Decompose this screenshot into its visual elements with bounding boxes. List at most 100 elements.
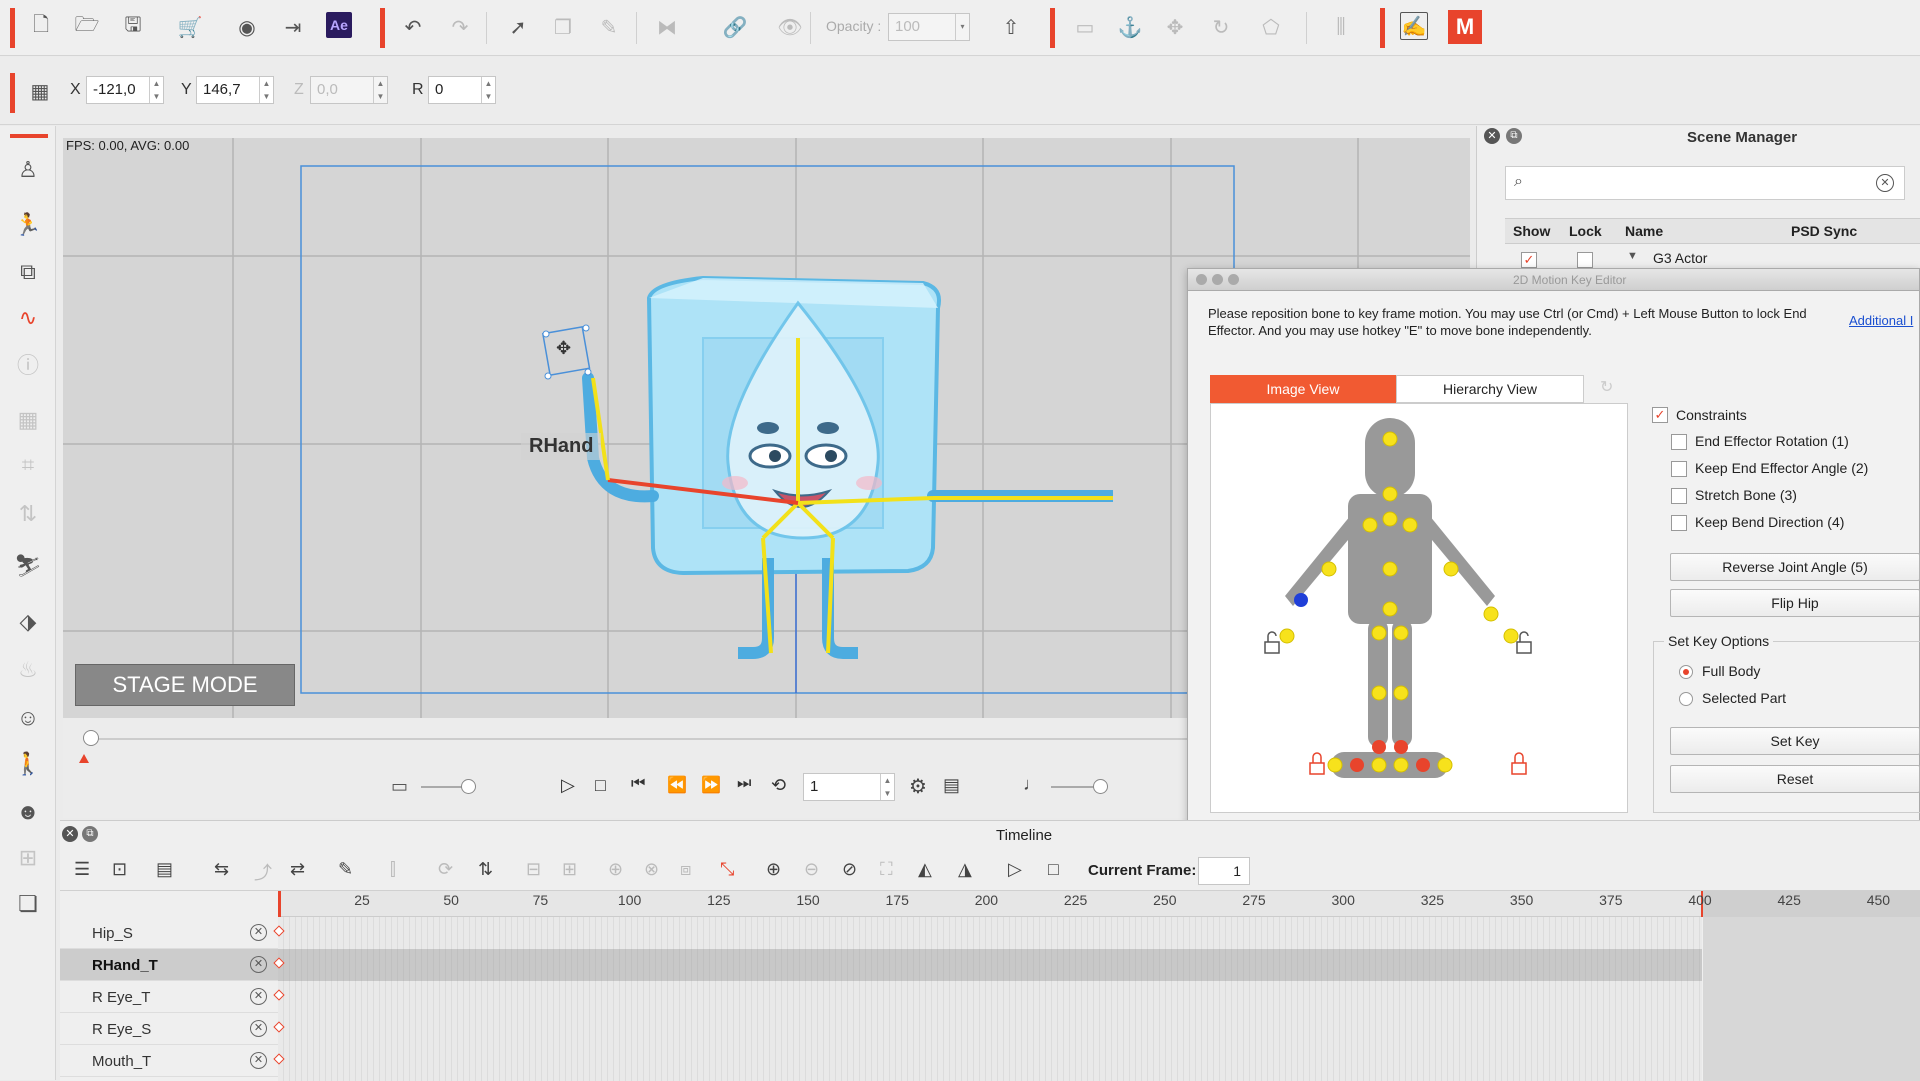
set-key-button[interactable]: Set Key (1670, 727, 1920, 755)
timeline-stop-icon[interactable]: □ (1048, 859, 1059, 880)
col-show[interactable]: Show (1513, 223, 1550, 239)
stage-mode-button[interactable]: STAGE MODE (75, 664, 295, 706)
r-input[interactable]: 0 ▲ ▼ (428, 76, 496, 104)
tab-hierarchy-view[interactable]: Hierarchy View (1396, 375, 1584, 403)
sort-icon[interactable]: ⇅ (478, 859, 493, 880)
window-close-icon[interactable] (1196, 274, 1207, 285)
select-arrow-icon[interactable]: ➚ (503, 12, 533, 42)
dialog-titlebar[interactable]: 2D Motion Key Editor (1188, 269, 1919, 291)
visibility-icon[interactable]: 👁 (775, 12, 805, 42)
motion-logo-icon[interactable]: M (1448, 10, 1482, 44)
col-lock[interactable]: Lock (1569, 223, 1602, 239)
export-icon[interactable]: ⇥ (278, 12, 308, 42)
table-row[interactable]: Hip_S ✕ (60, 917, 278, 949)
frame-stepper-icon[interactable]: ▲ ▼ (880, 774, 894, 800)
scene-search-input[interactable]: ⌕ ✕ (1505, 166, 1905, 200)
next-key-icon[interactable]: ◮ (958, 859, 972, 880)
undo-icon[interactable]: ↶ (398, 12, 428, 42)
body-diagram[interactable] (1211, 404, 1629, 814)
split-icon[interactable]: ⊞ (562, 859, 577, 880)
additional-info-link[interactable]: Additional I (1849, 313, 1913, 328)
scene-row-name[interactable]: G3 Actor (1653, 250, 1707, 266)
layout-icon[interactable]: ▤ (156, 859, 173, 880)
image-icon[interactable]: ▭ (1070, 12, 1100, 42)
remove-track-icon[interactable]: ✕ (250, 1020, 267, 1037)
x-stepper-icon[interactable]: ▲ ▼ (149, 77, 163, 103)
last-frame-icon[interactable]: ⏭ (737, 775, 751, 793)
open-folder-icon[interactable]: 🗁 (72, 12, 102, 42)
loop-icon[interactable]: ⟲ (771, 775, 786, 796)
sort-3d-icon[interactable]: ⇅ (12, 498, 44, 530)
table-row[interactable]: Mouth_T ✕ (60, 1045, 278, 1077)
scrub-track[interactable] (91, 738, 1191, 740)
timeline-undock-icon[interactable]: ⧉ (82, 826, 98, 842)
timeline-play-icon[interactable]: ▷ (1008, 859, 1022, 880)
stretch-bone-checkbox[interactable] (1671, 488, 1687, 504)
loop-track-icon[interactable]: ⟳ (438, 859, 453, 880)
script-editor-icon[interactable]: ✍ (1400, 12, 1428, 40)
close-icon[interactable]: ✕ (1484, 128, 1500, 144)
volume-slider-handle[interactable] (1093, 779, 1108, 794)
r-stepper-icon[interactable]: ▲ ▼ (481, 77, 495, 103)
remove-key-icon[interactable]: ⊗ (644, 859, 659, 880)
x-input[interactable]: -121,0 ▲ ▼ (86, 76, 164, 104)
frame-range-icon[interactable]: ⧈ (680, 859, 691, 880)
sprite-editor-icon[interactable]: ⧉ (12, 256, 44, 288)
audio-wave-icon[interactable]: ∿ (12, 302, 44, 334)
first-frame-icon[interactable]: ⏮ (631, 775, 645, 793)
face-icon[interactable]: ☺ (12, 702, 44, 734)
lock-checkbox[interactable] (1577, 252, 1593, 268)
cart-icon[interactable]: 🛒 (175, 12, 205, 42)
window-minimize-icon[interactable] (1212, 274, 1223, 285)
remove-track-icon[interactable]: ✕ (250, 924, 267, 941)
table-row[interactable]: R Eye_S ✕ (60, 1013, 278, 1045)
merge-icon[interactable]: ⊟ (526, 859, 541, 880)
save-icon[interactable]: 🖫 (118, 12, 148, 42)
add-key-icon[interactable]: ⊕ (608, 859, 623, 880)
grid-icon[interactable]: ▦ (24, 75, 56, 107)
info-icon[interactable]: ⓘ (12, 348, 44, 380)
scale-icon[interactable]: ⬠ (1256, 12, 1286, 42)
grid-layout-icon[interactable]: ▦ (12, 404, 44, 436)
col-psd-sync[interactable]: PSD Sync (1791, 223, 1857, 239)
flip-hip-button[interactable]: Flip Hip (1670, 589, 1920, 617)
anchor-icon[interactable]: ⚓ (1115, 12, 1145, 42)
zoom-in-icon[interactable]: ⊕ (766, 859, 781, 880)
new-file-icon[interactable]: 🗋 (26, 12, 56, 42)
mirror-icon[interactable]: ⫼ (1326, 12, 1356, 42)
ice-cube-character[interactable] (513, 228, 1113, 688)
scrub-handle[interactable] (83, 730, 99, 746)
y-input[interactable]: 146,7 ▲ ▼ (196, 76, 274, 104)
align-icon[interactable]: ⫿ (390, 859, 396, 880)
expand-icon[interactable]: ▼ (1627, 250, 1638, 262)
next-frame-icon[interactable]: ⏩ (701, 775, 721, 795)
opacity-input[interactable]: 100 ▾ (888, 13, 970, 41)
zoom-out-icon[interactable]: ⊖ (804, 859, 819, 880)
curve-icon[interactable]: ⤡ (720, 859, 734, 880)
settings-icon[interactable]: ⚙ (909, 774, 927, 799)
bone-actor-icon[interactable]: ♙ (12, 154, 44, 186)
expand-range-icon[interactable]: ⛶ (880, 859, 893, 880)
keep-end-effector-angle-checkbox[interactable] (1671, 461, 1687, 477)
face-puppet-icon[interactable]: ☻ (12, 796, 44, 828)
walk-icon[interactable]: 🚶 (12, 748, 44, 780)
table-row[interactable]: R Eye_T ✕ (60, 981, 278, 1013)
speed-slider-handle[interactable] (461, 779, 476, 794)
window-maximize-icon[interactable] (1228, 274, 1239, 285)
rotate-icon[interactable]: ↻ (1206, 12, 1236, 42)
refresh-icon[interactable]: ↻ (1600, 377, 1613, 397)
show-checkbox[interactable]: ✓ (1521, 252, 1537, 268)
z-input[interactable]: 0,0 ▲ ▼ (310, 76, 388, 104)
preview-icon[interactable]: ◉ (232, 12, 262, 42)
motion-pose-icon[interactable]: 🏃 (12, 209, 44, 241)
transition-icon[interactable]: ⇄ (290, 859, 305, 880)
music-note-icon[interactable]: ♩ (1023, 774, 1041, 795)
chevron-down-icon[interactable]: ▾ (955, 14, 969, 40)
reverse-joint-angle-button[interactable]: Reverse Joint Angle (5) (1670, 553, 1920, 581)
track-list-icon[interactable]: ☰ (74, 859, 90, 880)
timeline-ruler[interactable] (278, 891, 1920, 917)
after-effects-icon[interactable]: Ae (326, 12, 352, 38)
clear-search-icon[interactable]: ✕ (1876, 174, 1894, 192)
z-stepper-icon[interactable]: ▲ ▼ (373, 77, 387, 103)
redo-icon[interactable]: ↷ (445, 12, 475, 42)
